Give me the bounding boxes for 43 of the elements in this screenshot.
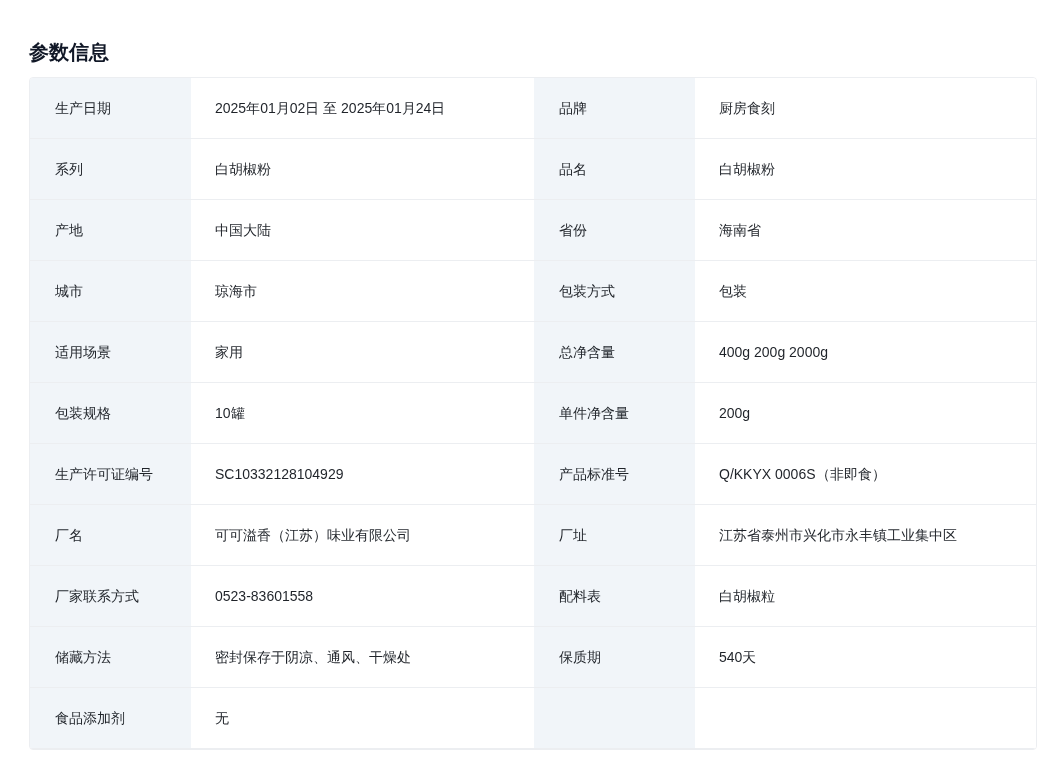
param-label: 包装规格 (55, 403, 111, 423)
param-value: 200g (719, 403, 751, 423)
param-value: SC10332128104929 (215, 464, 344, 484)
param-label: 产地 (55, 220, 83, 240)
param-value: 白胡椒粉 (215, 159, 271, 179)
param-label: 系列 (55, 159, 83, 179)
param-value: 家用 (215, 342, 243, 362)
param-label: 城市 (55, 281, 83, 301)
param-value: Q/KKYX 0006S（非即食） (719, 464, 886, 484)
param-value: 海南省 (719, 220, 761, 240)
param-value: 无 (215, 708, 229, 728)
section-title: 参数信息 (29, 40, 110, 65)
param-value: 白胡椒粒 (719, 586, 775, 606)
param-label: 品名 (559, 159, 587, 179)
param-label: 包装方式 (559, 281, 615, 301)
param-label: 生产许可证编号 (55, 464, 153, 484)
param-value: 琼海市 (215, 281, 257, 301)
param-label: 储藏方法 (55, 647, 111, 667)
param-label: 品牌 (559, 98, 587, 118)
param-value: 540天 (719, 647, 757, 667)
param-label: 单件净含量 (559, 403, 629, 423)
param-label: 厂名 (55, 525, 83, 545)
param-label: 省份 (559, 220, 587, 240)
param-value: 2025年01月02日 至 2025年01月24日 (215, 98, 446, 118)
param-value: 包装 (719, 281, 747, 301)
param-value: 密封保存于阴凉、通风、干燥处 (215, 647, 411, 667)
param-value: 10罐 (215, 403, 245, 423)
param-label: 配料表 (559, 586, 601, 606)
param-label: 产品标准号 (559, 464, 629, 484)
param-value: 白胡椒粉 (719, 159, 775, 179)
param-label: 厂家联系方式 (55, 586, 139, 606)
param-label: 总净含量 (559, 342, 615, 362)
param-label: 厂址 (559, 525, 587, 545)
param-value: 可可溢香（江苏）味业有限公司 (215, 525, 411, 545)
param-label: 适用场景 (55, 342, 111, 362)
param-value: 江苏省泰州市兴化市永丰镇工业集中区 (719, 525, 957, 545)
param-value: 0523-83601558 (215, 586, 314, 606)
param-label: 食品添加剂 (55, 708, 125, 728)
param-label: 保质期 (559, 647, 601, 667)
param-value: 中国大陆 (215, 220, 271, 240)
param-value: 厨房食刻 (719, 98, 775, 118)
param-value: 400g 200g 2000g (719, 342, 828, 362)
param-label: 生产日期 (55, 98, 111, 118)
